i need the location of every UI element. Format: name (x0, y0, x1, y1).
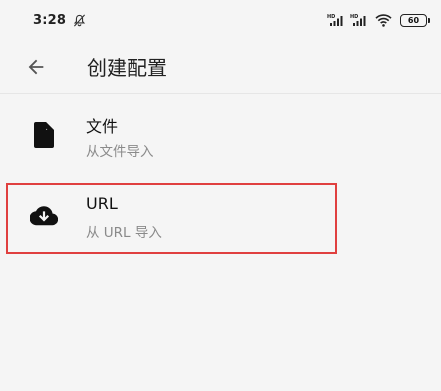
arrow-left-icon (28, 59, 44, 75)
file-icon (30, 121, 58, 149)
back-button[interactable] (22, 53, 50, 81)
svg-text:HD: HD (327, 14, 335, 20)
battery-level: 60 (407, 15, 420, 25)
page-title: 创建配置 (87, 56, 167, 80)
list-item-url[interactable]: URL 从 URL 导入 (0, 178, 441, 258)
signal-hd-icon: HD (327, 14, 343, 26)
list-item-file[interactable]: 文件 从文件导入 (0, 97, 441, 177)
mute-icon (73, 14, 86, 26)
status-icons: HD HD 60 (327, 13, 430, 27)
item-title: URL (86, 194, 118, 213)
svg-text:HD: HD (350, 14, 358, 20)
item-title: 文件 (86, 117, 119, 136)
cloud-download-icon (30, 202, 58, 230)
item-subtitle: 从 URL 导入 (86, 225, 162, 241)
status-bar: 3:28 HD HD 60 (0, 0, 441, 40)
app-bar: 创建配置 (0, 40, 441, 94)
battery-icon: 60 (400, 13, 430, 27)
wifi-icon (375, 14, 392, 27)
item-subtitle: 从文件导入 (86, 144, 154, 160)
signal-hd-icon: HD (350, 14, 366, 26)
status-time: 3:28 (33, 12, 67, 28)
